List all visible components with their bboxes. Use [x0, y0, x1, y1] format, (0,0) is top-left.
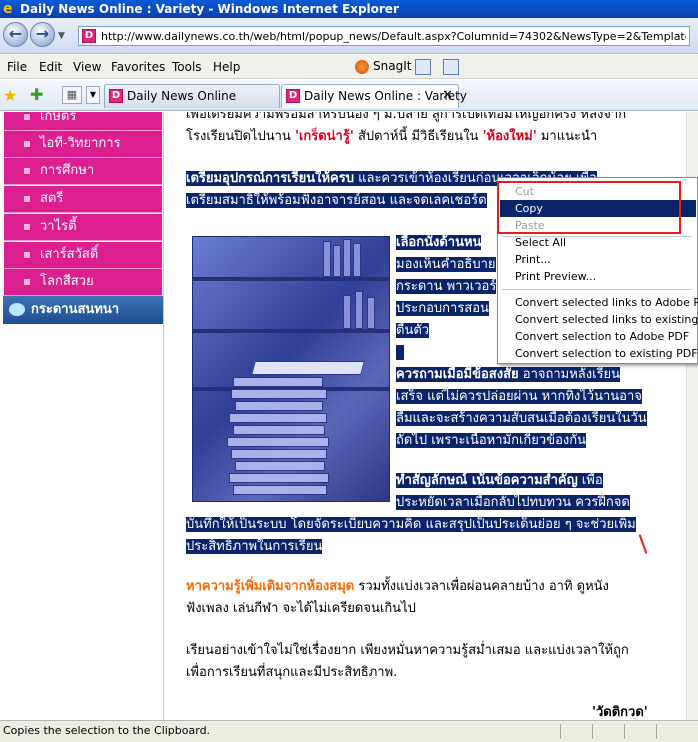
window-title: Daily News Online : Variety - Windows In… [20, 2, 399, 16]
forward-button[interactable]: → [30, 22, 55, 47]
status-divider [560, 724, 561, 739]
add-favorite-icon[interactable]: ✚ [30, 85, 43, 104]
menu-tools[interactable]: Tools [172, 60, 202, 74]
context-menu-convert-links-existing-pdf[interactable]: Convert selected links to existing PDF [500, 311, 698, 328]
site-favicon-icon: D [286, 89, 300, 103]
menu-separator [502, 289, 692, 290]
context-menu-print[interactable]: Print... [500, 251, 696, 268]
arrow-left-icon: ← [8, 24, 23, 43]
sidebar-item-discussion-board[interactable]: กระดานสนทนา [3, 296, 163, 324]
arrow-right-icon: → [35, 24, 50, 43]
square-bullet-icon [24, 252, 30, 258]
context-menu-convert-selection-existing-pdf[interactable]: Convert selection to existing PDF [500, 345, 698, 362]
tab-label: Daily News Online [127, 89, 237, 103]
menu-favorites[interactable]: Favorites [111, 60, 165, 74]
chevron-down-icon: ▼ [89, 90, 97, 99]
context-menu-select-all[interactable]: Select All [500, 234, 696, 251]
selected-text-line: กระดาน พาวเวอร์ [396, 279, 497, 294]
back-button[interactable]: ← [3, 22, 28, 47]
square-bullet-icon [24, 279, 30, 285]
sidebar-item-colorful-world[interactable]: โลกสีสวย [4, 269, 162, 296]
sidebar-item-variety[interactable]: วาไรตี้ [4, 214, 162, 241]
sidebar-item-saturday-special[interactable]: เสาร์สวัสดิ์ [4, 242, 162, 269]
sidebar-item-agriculture[interactable]: เกษตร [4, 112, 162, 131]
selected-text-line: ลืมและจะสร้างความสับสนเมื่อต้องเรียนในวั… [396, 411, 647, 426]
square-bullet-icon [24, 114, 30, 120]
menu-file[interactable]: File [7, 60, 27, 74]
selected-text-line: ถัดไป เพราะเนื้อหามักเกี่ยวข้องกัน [396, 433, 586, 448]
snagit-icon [355, 59, 369, 74]
context-menu-convert-links-adobe-pdf[interactable]: Convert selected links to Adobe PDF [500, 294, 698, 311]
sidebar: เกษตร ไอที-วิทยาการ การศึกษา สตรี วาไรตี… [0, 112, 164, 720]
article-line: ฟังเพลง เล่นกีฬา จะได้ไม่เครียดจนเกินไป [186, 601, 416, 616]
selected-text-line: มองเห็นคำอธิบาย [396, 257, 496, 272]
status-divider [624, 724, 625, 739]
selected-text-line: เลือกนั่งด้านหน [396, 235, 482, 250]
title-bar: e Daily News Online : Variety - Windows … [0, 0, 698, 18]
snagit-edit-icon[interactable] [443, 59, 459, 75]
site-favicon-icon: D [82, 29, 96, 43]
tab-daily-news-variety[interactable]: D Daily News Online : Variety ✕ [281, 84, 467, 108]
address-box: D [78, 26, 690, 46]
status-divider [592, 724, 593, 739]
menu-view[interactable]: View [73, 60, 101, 74]
square-bullet-icon [24, 224, 30, 230]
menu-help[interactable]: Help [213, 60, 240, 74]
address-row: ← → ▼ D [0, 18, 698, 54]
article-line: หาความรู้เพิ่มเติมจากห้องสมุด รวมทั้งแบ่… [186, 579, 609, 594]
snagit-capture-icon[interactable] [415, 59, 431, 75]
square-bullet-icon [24, 168, 30, 174]
tab-list-dropdown[interactable]: ▼ [86, 86, 100, 104]
article-line: เพื่อเตรียมความพร้อมสำหรับน้อง ๆ ม.ปลาย … [186, 112, 627, 122]
context-menu-print-preview[interactable]: Print Preview... [500, 268, 696, 285]
selected-text-line: เตรียมสมาธิให้พร้อมฟังอาจารย์สอน และจดเล… [186, 193, 487, 208]
selected-text-line: บันทึกให้เป็นระบบ โดยจัดระเบียบความคิด แ… [186, 517, 636, 532]
status-text: Copies the selection to the Clipboard. [3, 724, 211, 737]
selected-text-line: ประสิทธิภาพในการเรียน [186, 539, 323, 554]
grid-icon: ▦ [66, 88, 78, 101]
status-bar: Copies the selection to the Clipboard. [0, 720, 698, 742]
address-input[interactable] [101, 28, 686, 44]
selected-text-line: ตื่นตัว [396, 323, 430, 338]
selected-text-line: ทำสัญลักษณ์ เน้นข้อความสำคัญ เพื่อ [396, 473, 603, 488]
sidebar-item-women[interactable]: สตรี [4, 186, 162, 213]
menu-bar: File Edit View Favorites Tools Help Snag… [0, 55, 698, 79]
sidebar-item-education[interactable]: การศึกษา [4, 158, 162, 185]
status-divider [656, 724, 657, 739]
tab-bar: ★ ✚ ▦ ▼ D Daily News Online D Daily News… [0, 80, 698, 111]
square-bullet-icon [24, 141, 30, 147]
favorites-star-icon[interactable]: ★ [3, 86, 17, 105]
context-menu-convert-selection-adobe-pdf[interactable]: Convert selection to Adobe PDF [500, 328, 696, 345]
selected-text-line: เสร็จ แต่ไม่ควรปล่อยผ่าน หากทิ้งไว้นานอา… [396, 389, 642, 404]
selected-text-line [396, 342, 405, 364]
article-signature: 'วัดติกวด' [592, 705, 648, 720]
square-bullet-icon [24, 196, 30, 202]
sidebar-item-it-science[interactable]: ไอที-วิทยาการ [4, 131, 162, 158]
selected-text-line: ประกอบการสอน [396, 301, 489, 316]
chevron-down-icon: ▼ [58, 31, 65, 41]
annotation-highlight-box [497, 181, 681, 234]
speech-bubble-icon [9, 303, 25, 316]
close-tab-icon[interactable]: ✕ [442, 85, 453, 107]
article-line: โรงเรียนปิดไปนาน 'เกร็ดน่ารู้' สัปดาห์นี… [186, 129, 598, 144]
selected-text-line: ประหยัดเวลาเมื่อกลับไปทบทวน ควรฝึกจด [396, 495, 630, 510]
recent-pages-dropdown[interactable]: ▼ [58, 31, 68, 41]
selected-text-line: ควรถามเมื่อมีข้อสงสัย อาจถามหลังเรียน [396, 367, 621, 382]
quick-tabs-button[interactable]: ▦ [62, 86, 82, 104]
tab-daily-news-online[interactable]: D Daily News Online [104, 84, 280, 108]
menu-edit[interactable]: Edit [39, 60, 62, 74]
site-favicon-icon: D [109, 89, 123, 103]
ie-logo-icon: e [3, 1, 13, 17]
article-line: เรียนอย่างเข้าใจไม่ใช่เรื่องยาก เพียงหมั… [186, 643, 629, 658]
snagit-label: SnagIt [373, 59, 412, 73]
article-image-books [192, 236, 390, 502]
snagit-button[interactable]: SnagIt [355, 59, 411, 74]
article-line: เพื่อการเรียนที่สนุกและมีประสิทธิภาพ. [186, 665, 398, 680]
